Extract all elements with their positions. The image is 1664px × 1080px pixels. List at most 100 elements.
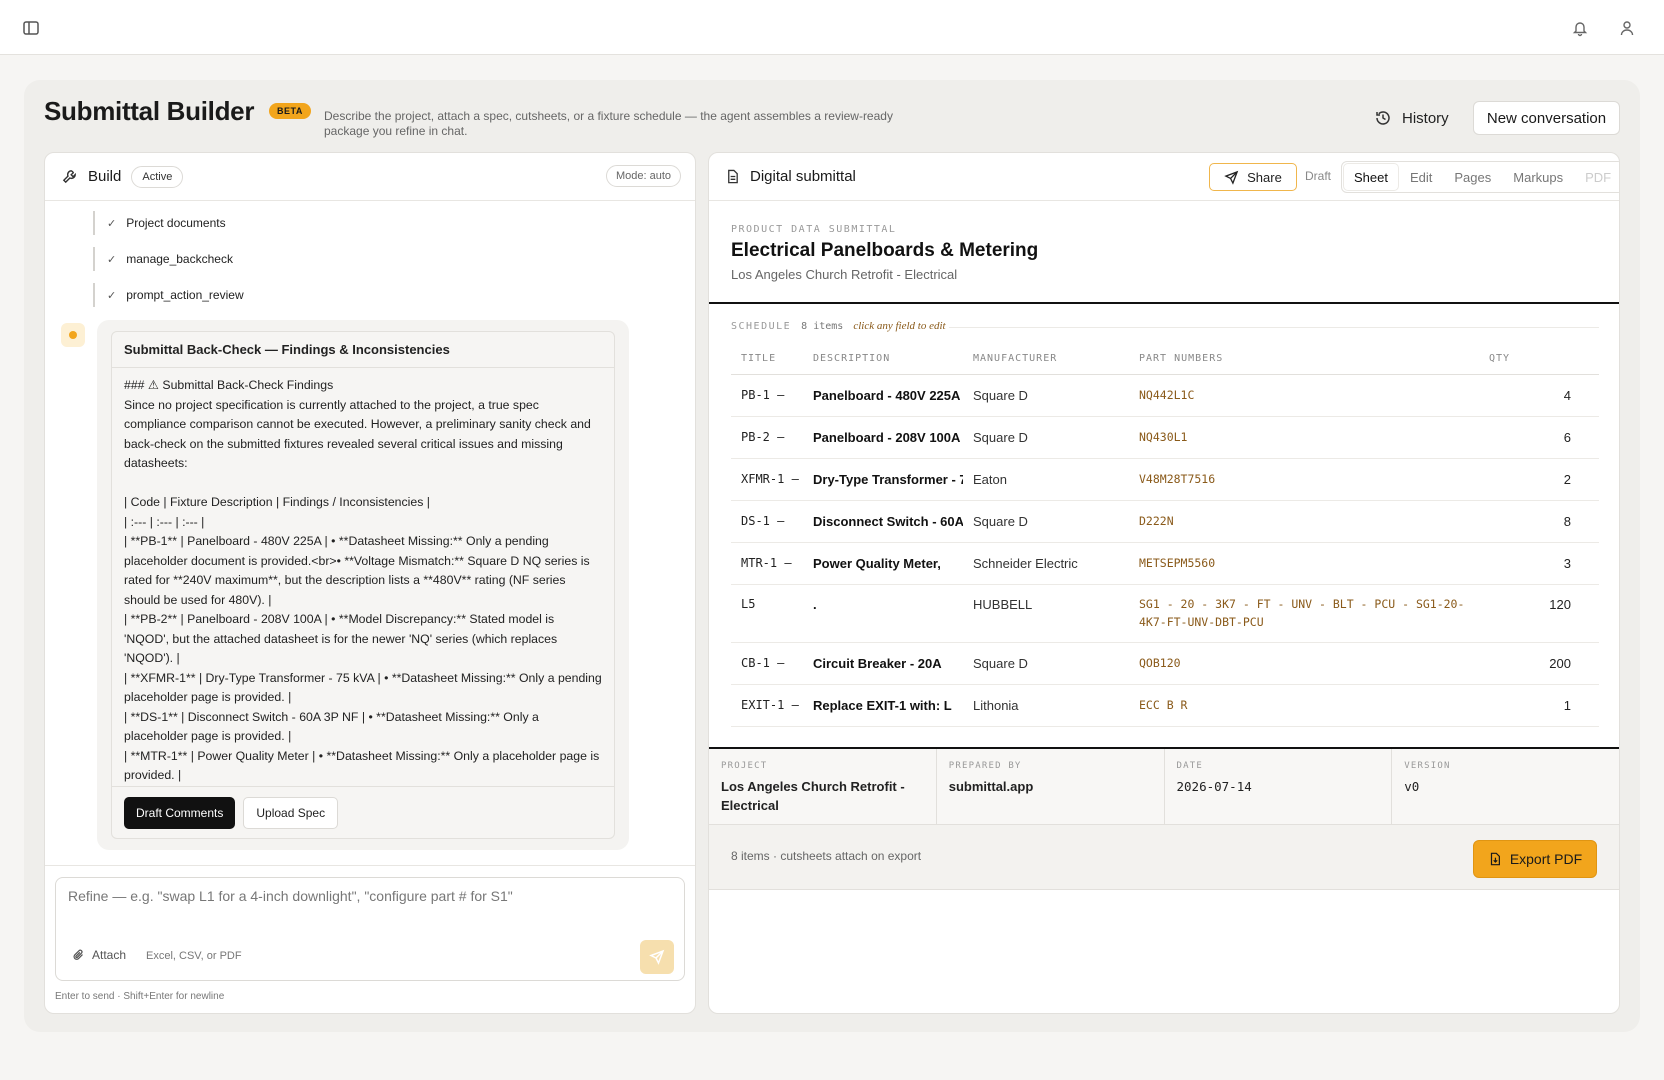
row-qty[interactable]: 4	[1489, 374, 1599, 417]
row-qty[interactable]: 3	[1489, 542, 1599, 585]
attach-button[interactable]: Attach	[72, 948, 126, 962]
row-manufacturer[interactable]: Square D	[963, 642, 1129, 685]
attach-label: Attach	[92, 948, 127, 962]
row-qty[interactable]: 120	[1489, 584, 1599, 643]
row-qty[interactable]: 2	[1489, 458, 1599, 501]
card-title: Submittal Back-Check — Findings & Incons…	[112, 332, 614, 368]
row-description[interactable]: Dry-Type Transformer - 75 kVA	[803, 458, 963, 501]
step-label: Project documents	[126, 216, 226, 230]
table-row: MTR-1 — Power Quality Meter, Schneider E…	[731, 542, 1599, 585]
draft-status: Draft	[1305, 169, 1332, 183]
row-manufacturer[interactable]: Lithonia	[963, 684, 1129, 727]
table-row: CB-1 — Circuit Breaker - 20A Square D QO…	[731, 642, 1599, 685]
meta-date[interactable]: DATE 2026-07-14	[1165, 749, 1393, 824]
card-line: | **DS-1** | Disconnect Switch - 60A 3P …	[124, 709, 539, 744]
doc-title[interactable]: Electrical Panelboards & Metering	[731, 240, 1038, 262]
row-part-number[interactable]: V48M28T7516	[1129, 458, 1489, 501]
row-part-number[interactable]: NQ442L1C	[1129, 374, 1489, 417]
agent-message: Submittal Back-Check — Findings & Incons…	[97, 320, 629, 850]
row-code[interactable]: PB-2 —	[731, 416, 803, 459]
row-manufacturer[interactable]: HUBBELL	[963, 584, 1129, 643]
row-code[interactable]: XFMR-1 —	[731, 458, 803, 501]
column-header: DESCRIPTION	[803, 344, 963, 375]
agent-avatar	[61, 323, 85, 347]
row-part-number[interactable]: SG1 - 20 - 3K7 - FT - UNV - BLT - PCU - …	[1129, 584, 1489, 643]
meta-key: VERSION	[1404, 761, 1451, 771]
new-conversation-button[interactable]: New conversation	[1473, 101, 1620, 135]
upload-spec-button[interactable]: Upload Spec	[243, 796, 339, 829]
row-manufacturer[interactable]: Square D	[963, 416, 1129, 459]
row-code[interactable]: CB-1 —	[731, 642, 803, 685]
row-code[interactable]: PB-1 —	[731, 374, 803, 417]
row-code[interactable]: MTR-1 —	[731, 542, 803, 585]
page-title: Submittal Builder	[44, 96, 255, 126]
row-code[interactable]: DS-1 —	[731, 500, 803, 543]
schedule-header: SCHEDULE 8 items click any field to edit	[731, 320, 946, 332]
row-qty[interactable]: 8	[1489, 500, 1599, 543]
card-line: | **MTR-1** | Power Quality Meter | • **…	[124, 748, 600, 783]
sidebar-icon[interactable]	[21, 18, 41, 38]
export-pdf-button[interactable]: Export PDF	[1473, 840, 1597, 878]
row-qty[interactable]: 1	[1489, 684, 1599, 727]
schedule-count: 8 items	[801, 321, 844, 332]
row-part-number[interactable]: D222N	[1129, 500, 1489, 543]
schedule-table: TITLE DESCRIPTION MANUFACTURER PART NUMB…	[731, 344, 1599, 727]
row-code[interactable]: EXIT-1 —	[731, 684, 803, 727]
share-button[interactable]: Share	[1209, 163, 1297, 191]
row-manufacturer[interactable]: Square D	[963, 500, 1129, 543]
row-description[interactable]: Panelboard - 480V 225A	[803, 374, 963, 417]
row-description[interactable]: Replace EXIT-1 with: L	[803, 684, 963, 727]
tool-steps: ✓ Project documents ✓ manage_backcheck ✓ pr…	[93, 211, 244, 319]
export-bar: 8 items · cutsheets attach on export Exp…	[709, 825, 1619, 890]
tab-markups[interactable]: Markups	[1503, 164, 1573, 190]
table-row: L5 . HUBBELL SG1 - 20 - 3K7 - FT - UNV -…	[731, 584, 1599, 643]
refine-input[interactable]	[68, 888, 668, 928]
row-description[interactable]: Panelboard - 208V 100A	[803, 416, 963, 459]
row-code[interactable]: L5	[731, 584, 803, 643]
check-icon: ✓	[107, 253, 117, 266]
card-line: | **PB-2** | Panelboard - 208V 100A | • …	[124, 612, 558, 665]
check-icon: ✓	[107, 289, 117, 302]
bell-icon[interactable]	[1570, 18, 1590, 38]
composer: Attach Excel, CSV, or PDF	[55, 877, 685, 981]
tab-edit[interactable]: Edit	[1400, 164, 1442, 190]
history-button[interactable]: History	[1374, 102, 1449, 134]
card-body: ### ⚠ Submittal Back-Check Findings Sinc…	[112, 368, 614, 787]
row-part-number[interactable]: NQ430L1	[1129, 416, 1489, 459]
row-description[interactable]: .	[803, 584, 963, 643]
mode-badge[interactable]: Mode: auto	[605, 165, 681, 187]
row-qty[interactable]: 200	[1489, 642, 1599, 685]
tab-pdf[interactable]: PDF	[1575, 164, 1619, 190]
row-manufacturer[interactable]: Square D	[963, 374, 1129, 417]
draft-comments-button[interactable]: Draft Comments	[124, 796, 236, 829]
meta-value: v0	[1404, 779, 1420, 794]
step-item[interactable]: ✓ Project documents	[93, 211, 244, 235]
column-header: QTY	[1489, 344, 1599, 375]
send-button[interactable]	[640, 940, 674, 974]
row-manufacturer[interactable]: Eaton	[963, 458, 1129, 501]
card-line: | **XFMR-1** | Dry-Type Transformer - 75…	[124, 670, 602, 705]
step-item[interactable]: ✓ manage_backcheck	[93, 247, 244, 271]
row-part-number[interactable]: METSEPM5560	[1129, 542, 1489, 585]
tab-pages[interactable]: Pages	[1444, 164, 1501, 190]
doc-subtitle[interactable]: Los Angeles Church Retrofit - Electrical	[731, 267, 957, 282]
build-panel: Build Active Mode: auto ✓ Project documen…	[44, 152, 696, 1014]
row-part-number[interactable]: QOB120	[1129, 642, 1489, 685]
meta-version[interactable]: VERSION v0	[1392, 749, 1619, 824]
row-part-number[interactable]: ECC B R	[1129, 684, 1489, 727]
tab-sheet[interactable]: Sheet	[1344, 164, 1398, 190]
table-row: PB-1 — Panelboard - 480V 225A Square D N…	[731, 374, 1599, 417]
meta-project[interactable]: PROJECT Los Angeles Church Retrofit - El…	[709, 749, 937, 824]
meta-value: Los Angeles Church Retrofit - Electrical	[721, 779, 905, 813]
row-description[interactable]: Disconnect Switch - 60A 3P NF	[803, 500, 963, 543]
row-description[interactable]: Circuit Breaker - 20A	[803, 642, 963, 685]
step-item[interactable]: ✓ prompt_action_review	[93, 283, 244, 307]
meta-prepared-by[interactable]: PREPARED BY submittal.app	[937, 749, 1165, 824]
user-icon[interactable]	[1617, 18, 1637, 38]
card-line: | **PB-1** | Panelboard - 480V 225A | • …	[124, 534, 590, 607]
row-manufacturer[interactable]: Schneider Electric	[963, 542, 1129, 585]
row-description[interactable]: Power Quality Meter,	[803, 542, 963, 585]
meta-key: DATE	[1176, 761, 1203, 771]
page-subtitle: Describe the project, attach a spec, cut…	[324, 109, 893, 138]
row-qty[interactable]: 6	[1489, 416, 1599, 459]
